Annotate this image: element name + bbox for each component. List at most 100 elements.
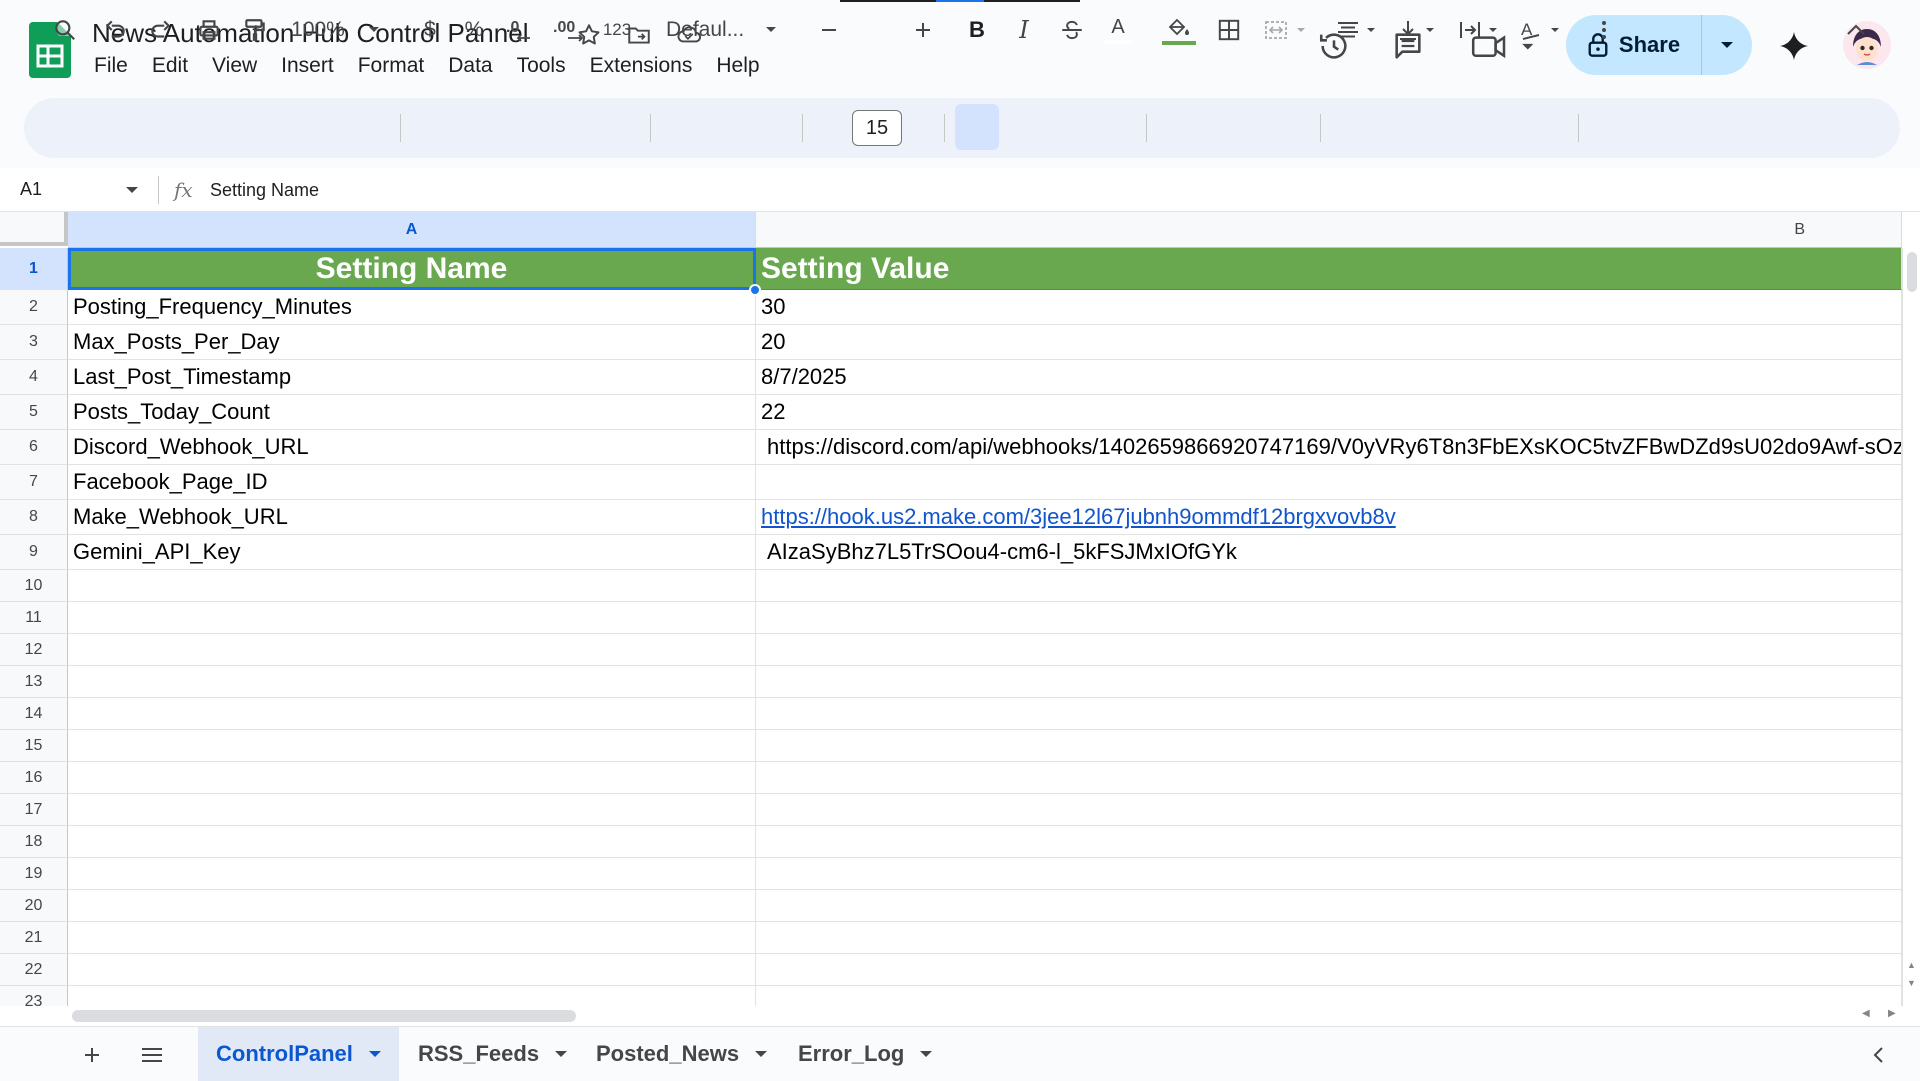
undo-icon[interactable]: [100, 10, 130, 50]
name-box[interactable]: A1: [20, 179, 42, 200]
paint-format-icon[interactable]: [240, 10, 270, 50]
caret-down-icon[interactable]: [368, 1051, 381, 1057]
setting-name-cell[interactable]: Make_Webhook_URL: [68, 500, 756, 535]
empty-cell[interactable]: [756, 858, 1902, 890]
scroll-right-arrow-icon[interactable]: ▶: [1888, 1008, 1896, 1019]
row-header[interactable]: 21: [0, 922, 68, 954]
decrease-font-size-icon[interactable]: [816, 10, 842, 50]
share-button[interactable]: Share: [1566, 15, 1702, 75]
empty-cell[interactable]: [68, 666, 756, 698]
setting-name-cell[interactable]: Max_Posts_Per_Day: [68, 325, 756, 360]
row-header[interactable]: 19: [0, 858, 68, 890]
setting-value-cell[interactable]: https://discord.com/api/webhooks/1402659…: [756, 430, 1902, 465]
caret-down-icon[interactable]: [555, 1051, 568, 1057]
empty-cell[interactable]: [756, 602, 1902, 634]
gemini-icon[interactable]: [1770, 22, 1818, 70]
increase-decimal-button[interactable]: .00: [552, 10, 592, 50]
empty-cell[interactable]: [756, 570, 1902, 602]
empty-cell[interactable]: [756, 730, 1902, 762]
row-header[interactable]: 13: [0, 666, 68, 698]
column-header-b[interactable]: B: [756, 212, 1902, 248]
row-header[interactable]: 23: [0, 986, 68, 1006]
empty-cell[interactable]: [68, 986, 756, 1006]
currency-format-button[interactable]: $: [418, 10, 442, 50]
caret-down-icon[interactable]: [920, 1051, 933, 1057]
row-header[interactable]: 8: [0, 500, 68, 535]
empty-cell[interactable]: [756, 986, 1902, 1006]
setting-name-cell[interactable]: Posting_Frequency_Minutes: [68, 290, 756, 325]
setting-value-cell[interactable]: AIzaSyBhz7L5TrSOou4-cm6-l_5kFSJMxIOfGYk: [756, 535, 1902, 570]
empty-cell[interactable]: [756, 826, 1902, 858]
merge-cells-icon[interactable]: [1262, 10, 1312, 50]
row-header[interactable]: 20: [0, 890, 68, 922]
select-all-corner[interactable]: [0, 212, 68, 246]
horizontal-align-icon[interactable]: [1334, 10, 1384, 50]
scroll-down-arrow-icon[interactable]: ▼: [1907, 978, 1916, 988]
menu-file[interactable]: File: [82, 54, 140, 78]
row-header[interactable]: 3: [0, 325, 68, 360]
decrease-decimal-button[interactable]: .0: [504, 10, 538, 50]
setting-name-cell[interactable]: Discord_Webhook_URL: [68, 430, 756, 465]
more-formats-button[interactable]: 123: [600, 10, 634, 50]
empty-cell[interactable]: [68, 698, 756, 730]
header-cell-setting-value[interactable]: Setting Value: [756, 248, 1902, 290]
sheet-tab-rss-feeds[interactable]: RSS_Feeds: [400, 1027, 585, 1081]
empty-cell[interactable]: [68, 954, 756, 986]
row-header[interactable]: 22: [0, 954, 68, 986]
row-header[interactable]: 16: [0, 762, 68, 794]
setting-name-cell[interactable]: Last_Post_Timestamp: [68, 360, 756, 395]
empty-cell[interactable]: [68, 922, 756, 954]
header-cell-setting-name[interactable]: Setting Name: [68, 248, 756, 290]
empty-cell[interactable]: [756, 922, 1902, 954]
redo-icon[interactable]: [146, 10, 176, 50]
sheet-tab-posted-news[interactable]: Posted_News: [578, 1027, 785, 1081]
fill-handle[interactable]: [749, 284, 761, 296]
row-header[interactable]: 11: [0, 602, 68, 634]
vertical-scroll-thumb[interactable]: [1907, 252, 1917, 292]
more-options-icon[interactable]: [1592, 10, 1616, 50]
scroll-up-arrow-icon[interactable]: ▲: [1907, 960, 1916, 970]
vertical-align-icon[interactable]: [1396, 10, 1444, 50]
empty-cell[interactable]: [756, 794, 1902, 826]
setting-value-cell[interactable]: 20: [756, 325, 1902, 360]
setting-value-cell[interactable]: 22: [756, 395, 1902, 430]
search-menus-icon[interactable]: [50, 10, 80, 50]
sheet-tab-controlpanel[interactable]: ControlPanel: [198, 1027, 399, 1081]
empty-cell[interactable]: [756, 634, 1902, 666]
menu-tools[interactable]: Tools: [505, 54, 578, 78]
empty-cell[interactable]: [68, 858, 756, 890]
caret-down-icon[interactable]: [755, 1051, 768, 1057]
empty-cell[interactable]: [68, 890, 756, 922]
row-header[interactable]: 15: [0, 730, 68, 762]
empty-cell[interactable]: [756, 698, 1902, 730]
row-header[interactable]: 5: [0, 395, 68, 430]
setting-name-cell[interactable]: Gemini_API_Key: [68, 535, 756, 570]
menu-data[interactable]: Data: [436, 54, 504, 78]
print-icon[interactable]: [194, 10, 224, 50]
text-color-button[interactable]: A: [1104, 10, 1132, 50]
row-header[interactable]: 1: [0, 248, 68, 290]
row-header[interactable]: 6: [0, 430, 68, 465]
setting-value-cell[interactable]: 30: [756, 290, 1902, 325]
italic-button[interactable]: I: [1012, 10, 1036, 50]
setting-name-cell[interactable]: Facebook_Page_ID: [68, 465, 756, 500]
fill-color-button[interactable]: [1162, 10, 1196, 50]
empty-cell[interactable]: [68, 570, 756, 602]
empty-cell[interactable]: [68, 730, 756, 762]
setting-value-cell[interactable]: 8/7/2025: [756, 360, 1902, 395]
row-header[interactable]: 14: [0, 698, 68, 730]
row-header[interactable]: 12: [0, 634, 68, 666]
zoom-select[interactable]: 100%: [290, 10, 382, 50]
bold-button[interactable]: B: [965, 10, 989, 50]
strikethrough-icon[interactable]: [1058, 10, 1086, 50]
empty-cell[interactable]: [68, 602, 756, 634]
menu-format[interactable]: Format: [346, 54, 437, 78]
menu-help[interactable]: Help: [704, 54, 771, 78]
text-wrapping-icon[interactable]: [1456, 10, 1506, 50]
row-header[interactable]: 4: [0, 360, 68, 395]
font-size-input[interactable]: 15: [852, 110, 902, 146]
setting-name-cell[interactable]: Posts_Today_Count: [68, 395, 756, 430]
increase-font-size-icon[interactable]: [910, 10, 936, 50]
menu-view[interactable]: View: [200, 54, 269, 78]
sheet-tab-error-log[interactable]: Error_Log: [780, 1027, 950, 1081]
